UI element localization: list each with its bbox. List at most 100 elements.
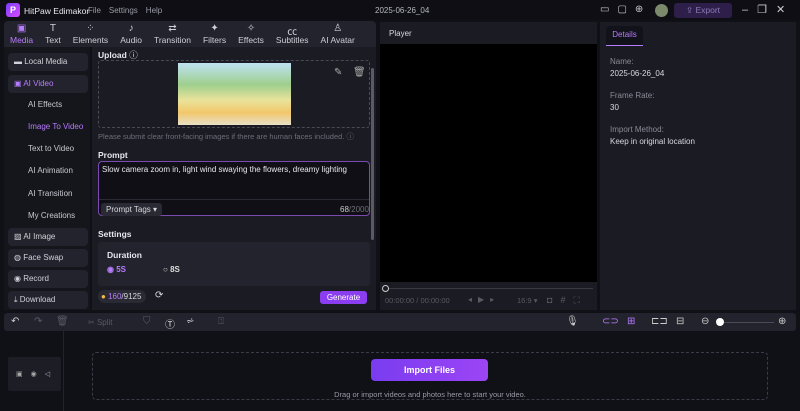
tab-ai-avatar[interactable]: ♙ AI Avatar — [315, 21, 361, 47]
details-fields: Name: 2025-06-26_04 Frame Rate: 30 Impor… — [610, 57, 695, 146]
sidebar-sub-ai-animation[interactable]: AI Animation — [28, 166, 73, 175]
volume-icon[interactable]: ◁ — [45, 371, 58, 378]
project-name: 2025-06-26_04 — [375, 6, 430, 15]
close-icon[interactable]: ✕ — [776, 4, 794, 16]
scrollbar[interactable] — [371, 68, 374, 240]
snap-icon[interactable]: ⊏⊐ — [651, 316, 668, 327]
text-icon: T — [49, 23, 56, 34]
eye-icon[interactable]: ◉ — [31, 371, 45, 378]
tab-media[interactable]: ▣ Media — [4, 21, 39, 47]
settings-label: Settings — [98, 229, 132, 239]
sidebar-sub-text-to-video[interactable]: Text to Video — [28, 144, 74, 153]
fit-icon[interactable]: ⊟ — [676, 316, 684, 327]
tab-effects[interactable]: ✧ Effects — [232, 21, 270, 47]
sidebar-sub-my-creations[interactable]: My Creations — [28, 211, 75, 220]
duration-5s-radio[interactable]: ◉ 5S — [107, 265, 126, 274]
layout-icon[interactable]: ▭ — [600, 4, 617, 15]
menu-help[interactable]: Help — [146, 6, 162, 15]
sidebar-sub-ai-effects[interactable]: AI Effects — [28, 100, 62, 109]
audio-icon: ♪ — [128, 23, 134, 34]
elements-icon: ⁘ — [86, 23, 95, 34]
prompt-tags-button[interactable]: Prompt Tags ▾ — [101, 203, 163, 216]
tab-audio[interactable]: ♪ Audio — [114, 21, 148, 47]
sidebar-item-local-media[interactable]: ▬ Local Media — [8, 53, 88, 71]
avatar[interactable] — [655, 4, 668, 17]
effects-icon: ✧ — [246, 23, 256, 34]
grid-icon[interactable]: # — [560, 295, 573, 305]
snapshot-icon[interactable]: ◘ — [547, 295, 560, 305]
play-icon[interactable]: ▶ — [478, 295, 490, 304]
mask-icon[interactable]: ⛉ — [143, 316, 151, 327]
sidebar-item-ai-image[interactable]: ▨ AI Image — [8, 228, 88, 246]
next-frame-icon[interactable]: ▸ — [490, 295, 500, 304]
export-button[interactable]: ⇪ Export — [674, 3, 732, 18]
import-files-button[interactable]: Import Files — [371, 359, 488, 381]
filters-icon: ✦ — [210, 23, 219, 34]
remove-subtitle-icon[interactable]: ⩫ — [186, 316, 194, 327]
link-icon[interactable]: ⊂⊃ — [602, 316, 619, 327]
sidebar-sub-image-to-video[interactable]: Image To Video — [28, 122, 83, 131]
duration-label: Duration — [107, 250, 142, 260]
redo-icon[interactable]: ↷ — [34, 316, 42, 327]
tab-transition[interactable]: ⇄ Transition — [148, 21, 197, 47]
menu-file[interactable]: File — [88, 6, 101, 15]
char-count: 68/2000 — [340, 205, 369, 214]
progress-track[interactable] — [388, 288, 593, 289]
tab-subtitles[interactable]: ㏄ Subtitles — [270, 21, 315, 47]
dropzone-hint: Drag or import videos and photos here to… — [334, 390, 526, 399]
app-title: HitPaw Edimakor — [24, 6, 90, 16]
sidebar-item-record[interactable]: ◉ Record — [8, 270, 88, 288]
download-icon[interactable]: ⊕ — [635, 4, 651, 15]
fullscreen-icon[interactable]: ⛶ — [573, 295, 587, 305]
magnet-icon[interactable]: ⊞ — [627, 316, 635, 327]
subtitles-icon: ㏄ — [287, 27, 298, 38]
refresh-icon[interactable]: ⟳ — [155, 290, 163, 301]
sidebar-sub-ai-transition[interactable]: AI Transition — [28, 189, 72, 198]
sidebar-item-face-swap[interactable]: ◍ Face Swap — [8, 249, 88, 267]
generate-button[interactable]: Generate — [320, 291, 367, 304]
coin-icon: ● — [101, 292, 109, 301]
aspect-ratio-select[interactable]: 16:9 ▾ — [517, 296, 537, 305]
info-icon[interactable]: ⓘ — [346, 132, 354, 141]
sidebar: ▬ Local Media ▣ AI Video AI Effects Imag… — [4, 47, 90, 310]
tab-filters[interactable]: ✦ Filters — [197, 21, 232, 47]
divider — [99, 199, 369, 200]
prompt-label: Prompt — [98, 150, 128, 160]
tab-text[interactable]: T Text — [39, 21, 67, 47]
sidebar-item-ai-video[interactable]: ▣ AI Video — [8, 75, 88, 93]
duration-8s-radio[interactable]: ○ 8S — [163, 265, 180, 274]
credits-badge: ● 160/9125 — [98, 290, 147, 303]
delete-icon[interactable]: 🗑 — [353, 67, 366, 78]
delete-icon[interactable]: 🗑 — [56, 316, 69, 327]
caret-down-icon: ▾ — [153, 205, 158, 214]
info-icon[interactable]: ⓘ — [129, 50, 138, 60]
split-button[interactable]: ✂ Split — [88, 318, 113, 327]
sidebar-item-download[interactable]: ⤓ Download — [8, 291, 88, 309]
settings-box — [98, 242, 370, 286]
feedback-icon[interactable]: ▢ — [617, 4, 634, 15]
edit-icon[interactable]: ✎ — [334, 67, 342, 78]
minimize-icon[interactable]: – — [742, 4, 757, 16]
zoom-out-icon[interactable]: ⊖ — [701, 316, 709, 327]
folder-icon: ▬ — [14, 57, 25, 66]
zoom-in-icon[interactable]: ⊕ — [778, 316, 786, 327]
lock-icon[interactable]: ▣ — [16, 371, 31, 378]
zoom-slider-handle[interactable] — [716, 318, 724, 326]
ai-image-icon: ▨ — [14, 232, 24, 241]
export-clip-icon[interactable]: ⍐ — [218, 316, 224, 327]
track-divider — [63, 331, 64, 411]
text-tool-icon[interactable]: Ⓣ — [165, 316, 175, 331]
prompt-text[interactable]: Slow camera zoom in, light wind swaying … — [102, 165, 347, 174]
tab-details[interactable]: Details — [606, 26, 643, 46]
prev-frame-icon[interactable]: ◂ — [468, 295, 478, 304]
restore-icon[interactable]: ❐ — [757, 4, 776, 16]
zoom-slider[interactable] — [720, 322, 774, 323]
ai-video-icon: ▣ — [14, 79, 24, 88]
progress-handle[interactable] — [382, 285, 389, 292]
tab-elements[interactable]: ⁘ Elements — [67, 21, 114, 47]
menu-settings[interactable]: Settings — [109, 6, 138, 15]
ai-avatar-icon: ♙ — [333, 23, 343, 34]
undo-icon[interactable]: ↶ — [11, 316, 19, 327]
microphone-icon[interactable]: 🎙 — [566, 316, 579, 327]
player-screen — [380, 44, 597, 282]
